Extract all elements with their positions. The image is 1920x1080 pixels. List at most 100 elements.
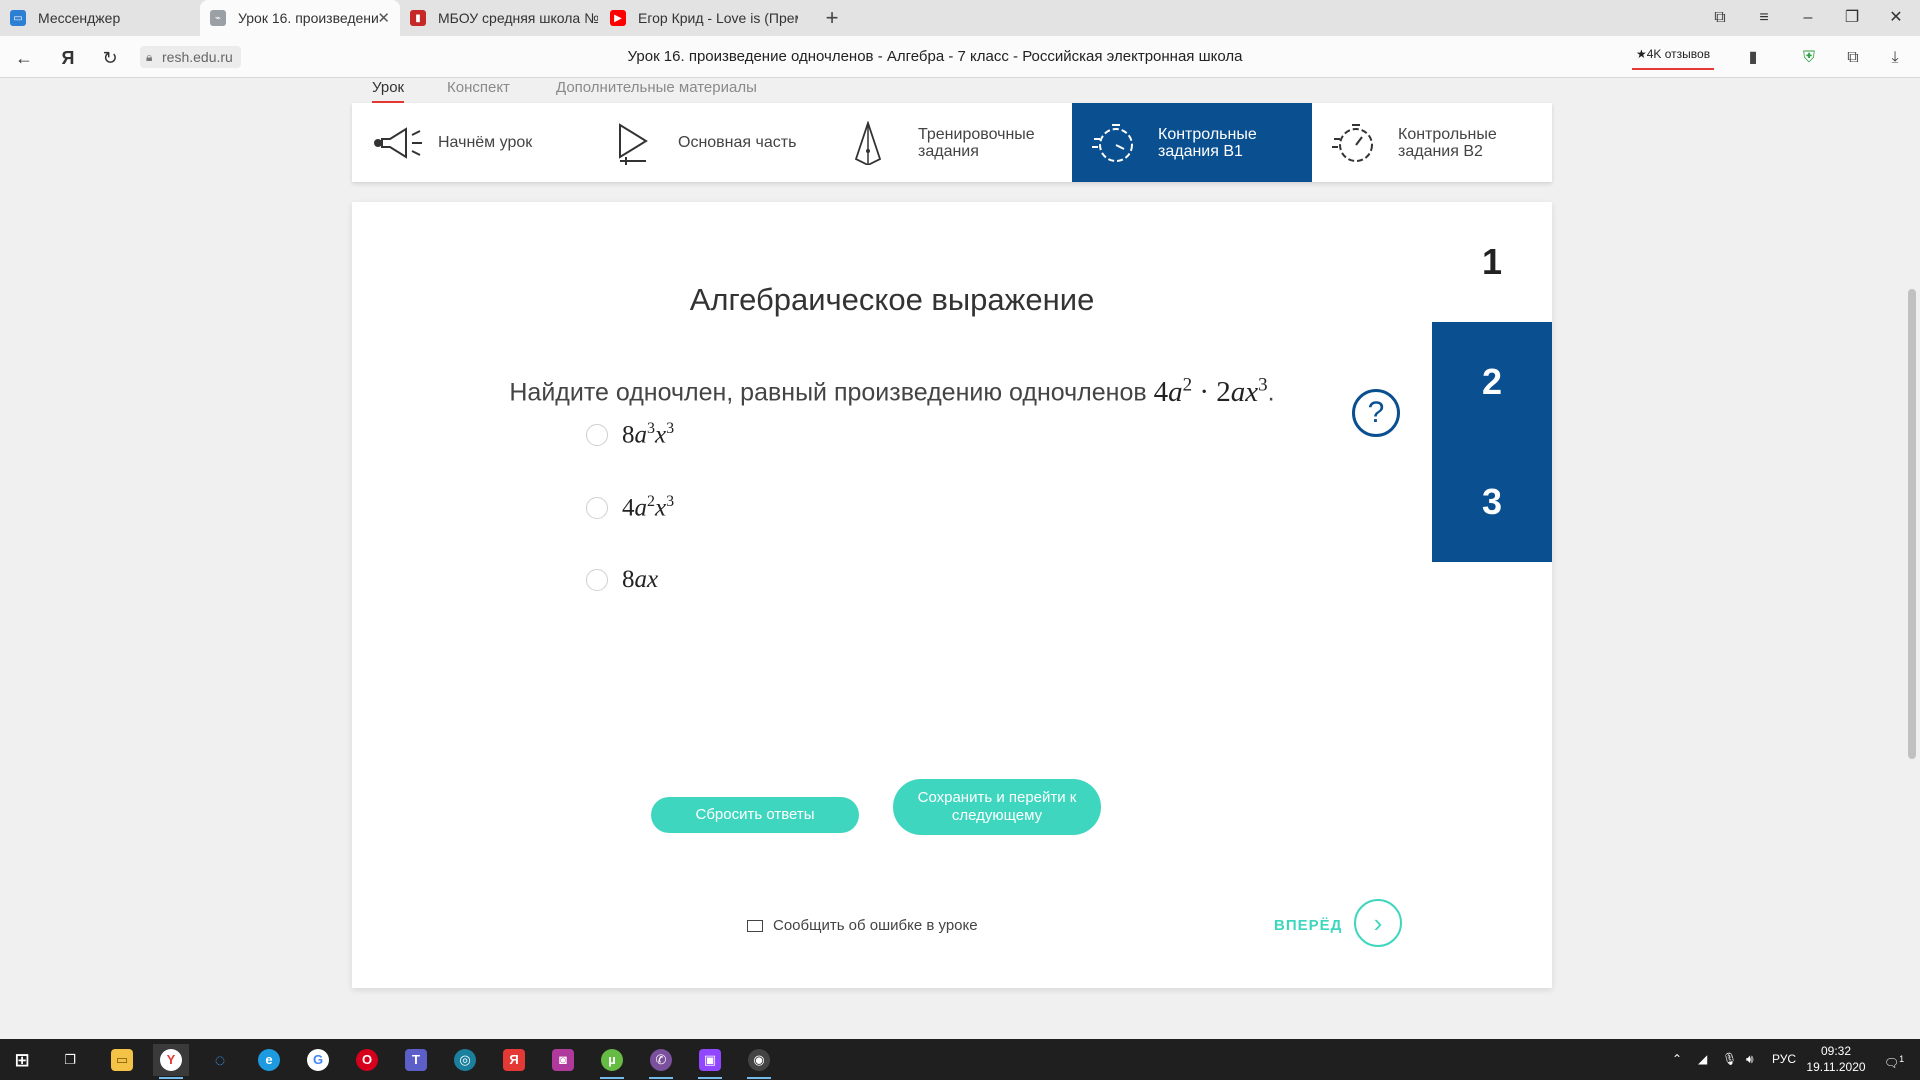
new-tab-button[interactable]: + [818,4,846,32]
windows-taskbar: ⊞ ❐ ▭ Y ◌ e G O T ◎ Я ◙ µ ✆ ▣ ◉ ⌃ ◢ 🎙︎ 🔊… [0,1039,1920,1080]
option-var: ax [634,566,659,593]
option-exp: 3 [666,420,675,438]
reset-answers-button[interactable]: Сбросить ответы [651,797,859,833]
save-next-button[interactable]: Сохранить и перейти к следующему [893,779,1101,835]
notification-count: 1 [1899,1054,1905,1064]
app-pink-icon[interactable]: ◙ [545,1044,581,1076]
tray-expand-icon[interactable]: ⌃ [1672,1039,1682,1080]
answer-label: 8a3x3 [622,420,674,449]
expr-var-1: a [1168,375,1183,408]
tab-label: Мессенджер [38,10,121,26]
notification-center-icon[interactable]: 🗨︎1 [1880,1039,1908,1080]
taskbar-clock[interactable]: 09:32 19.11.2020 [1800,1043,1872,1075]
expr-var-2: ax [1230,375,1259,408]
viber-icon[interactable]: ✆ [643,1044,679,1079]
minimize-button[interactable]: – [1786,0,1830,36]
option-coef: 4 [622,494,635,522]
opera-icon[interactable]: O [349,1044,385,1076]
forward-label[interactable]: ВПЕРЁД [1274,917,1342,934]
answer-option[interactable]: 8ax [586,565,658,595]
microphone-icon[interactable]: 🎙︎ [1722,1039,1737,1080]
step-start-lesson[interactable]: Начнём урок [352,103,592,182]
twitch-icon[interactable]: ▣ [692,1044,728,1079]
stopwatch-icon [1092,123,1133,162]
restore-button[interactable]: ❐ [1830,0,1874,36]
answer-option[interactable]: 4a2x3 [586,493,674,523]
answer-radio[interactable] [586,424,608,446]
tab-lesson[interactable]: Урок [372,79,405,104]
scrollbar-thumb[interactable] [1908,289,1916,759]
menu-icon[interactable]: ≡ [1742,0,1786,36]
edge-icon[interactable]: e [251,1044,287,1076]
option-var: a [634,494,648,522]
reviews-badge[interactable]: ★4K отзывов [1632,44,1715,70]
browser-tab[interactable]: ▭ Мессенджер [0,0,200,36]
app-circle-icon[interactable]: ◉ [741,1044,777,1079]
browser-tab-strip: ▭ Мессенджер ⌁ Урок 16. произведение ✕ ▮… [0,0,1920,36]
envelope-icon [747,919,763,932]
file-explorer-icon[interactable]: ▭ [104,1044,140,1076]
play-board-icon [619,122,648,165]
question-number-1[interactable]: 1 [1432,202,1552,322]
tab-summary[interactable]: Конспект [447,79,510,103]
lesson-tabs: Урок Конспект Дополнительные материалы [352,79,1552,104]
option-exp: 3 [647,420,655,438]
question-number-3[interactable]: 3 [1432,442,1552,562]
page-viewport: Урок Конспект Дополнительные материалы Н… [0,79,1920,1039]
page-title: Урок 16. произведение одночленов - Алгеб… [627,48,1243,65]
page-scrollbar[interactable] [1904,79,1920,1039]
report-error-link[interactable]: Сообщить об ошибке в уроке [747,917,978,934]
step-main-part[interactable]: Основная часть [592,103,832,182]
language-indicator[interactable]: РУС [1772,1039,1796,1080]
close-window-button[interactable]: ✕ [1874,0,1918,36]
help-button[interactable]: ? [1352,389,1400,437]
expr-period: . [1267,378,1275,407]
answer-radio[interactable] [586,497,608,519]
app-blue-icon[interactable]: ◎ [447,1044,483,1076]
download-icon[interactable]: ⤓ [1882,45,1908,71]
prompt-expression: 4a2 · 2ax3 [1154,374,1268,408]
question-number-list: 1 2 3 [1432,202,1552,562]
step-label: Тренировочные задания [918,125,1035,160]
bookmark-icon[interactable]: ▮ [1740,45,1766,71]
cortana-icon[interactable]: ◌ [202,1044,238,1076]
answer-option[interactable]: 8a3x3 [586,420,674,450]
browser-tab-active[interactable]: ⌁ Урок 16. произведение ✕ [200,0,400,36]
yandex-browser-icon[interactable]: Y [153,1044,189,1079]
lesson-steps-nav: Начнём урок Основная часть Тренировочные… [352,103,1552,182]
teams-icon[interactable]: T [398,1044,434,1076]
yandex-icon[interactable]: Я [54,44,82,72]
question-prompt: Найдите одночлен, равный произведению од… [352,374,1432,409]
collections-icon[interactable]: ⧉ [1698,0,1742,36]
back-icon[interactable]: ← [10,44,38,72]
browser-tab[interactable]: ▶ Егор Крид - Love is (Прем [600,0,800,36]
option-var: x [655,421,667,449]
question-number-2[interactable]: 2 [1432,322,1552,442]
step-control-b1[interactable]: Контрольные задания В1 [1072,103,1312,182]
network-icon[interactable]: ◢ [1698,1039,1707,1080]
tab-label: Урок 16. произведение [238,10,378,26]
utorrent-icon[interactable]: µ [594,1044,630,1079]
protect-shield-icon[interactable]: ⛨ [1796,45,1822,71]
step-training-tasks[interactable]: Тренировочные задания [832,103,1072,182]
address-bar: ← Я ↻ 🔒︎ resh.edu.ru Урок 16. произведен… [0,36,1920,78]
tab-label: МБОУ средняя школа № [438,10,598,26]
forward-arrow-button[interactable]: › [1354,899,1402,947]
youtube-icon: ▶ [610,10,626,26]
tab-extra-materials[interactable]: Дополнительные материалы [556,79,757,103]
tab-close-icon[interactable]: ✕ [377,9,390,27]
reload-icon[interactable]: ↻ [96,44,124,72]
collections-icon[interactable]: ⧉ [1840,45,1866,71]
step-control-b2[interactable]: Контрольные задания В2 [1312,103,1552,182]
google-chrome-icon[interactable]: G [300,1044,336,1076]
volume-icon[interactable]: 🔊︎ [1746,1039,1754,1080]
yandex-icon[interactable]: Я [496,1044,532,1076]
answer-radio[interactable] [586,569,608,591]
expr-exp-1: 2 [1182,374,1193,395]
task-view-icon[interactable]: ❐ [52,1044,88,1076]
option-var: a [634,421,648,449]
url-field[interactable]: 🔒︎ resh.edu.ru [140,46,241,68]
prompt-text: Найдите одночлен, равный произведению од… [509,378,1154,407]
windows-start-icon[interactable]: ⊞ [4,1044,40,1076]
browser-tab[interactable]: ▮ МБОУ средняя школа № [400,0,600,36]
